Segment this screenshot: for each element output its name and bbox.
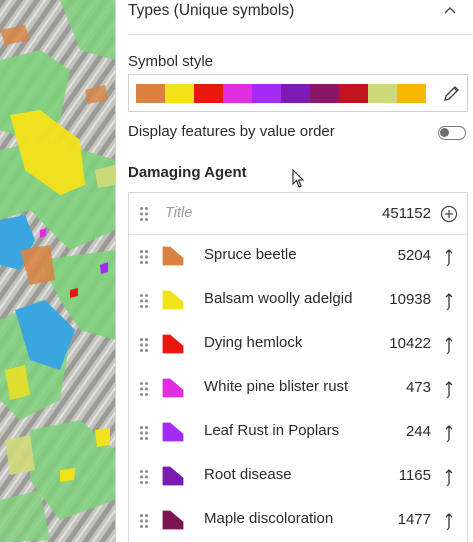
polygon-symbol-icon[interactable]	[162, 378, 184, 398]
drag-handle-icon[interactable]	[139, 381, 149, 397]
polygon-symbol-icon[interactable]	[162, 466, 184, 486]
list-item[interactable]: White pine blister rust 473	[129, 367, 467, 411]
drag-handle-icon[interactable]	[139, 249, 149, 265]
value-order-label: Display features by value order	[128, 123, 335, 140]
polygon-symbol-icon[interactable]	[162, 290, 184, 310]
list-item-label[interactable]: Dying hemlock	[204, 334, 302, 351]
move-to-top-icon[interactable]	[442, 247, 456, 267]
section-header[interactable]: Types (Unique symbols)	[116, 0, 473, 26]
value-order-toggle[interactable]	[438, 126, 466, 140]
map-view[interactable]	[0, 0, 115, 542]
pencil-icon[interactable]	[442, 83, 462, 103]
divider	[128, 34, 473, 35]
mouse-cursor-icon	[292, 169, 305, 188]
move-to-top-icon[interactable]	[442, 467, 456, 487]
ramp-swatch	[165, 84, 194, 103]
list-item-label[interactable]: Leaf Rust in Poplars	[204, 422, 339, 439]
drag-handle-icon[interactable]	[139, 293, 149, 309]
ramp-swatch	[252, 84, 281, 103]
polygon-symbol-icon[interactable]	[162, 246, 184, 266]
list-item-count: 5204	[397, 247, 431, 264]
polygon-symbol-icon[interactable]	[162, 510, 184, 530]
ramp-swatch	[397, 84, 426, 103]
list-item-label[interactable]: Balsam woolly adelgid	[204, 290, 352, 307]
chevron-up-icon[interactable]	[442, 4, 458, 18]
drag-handle-icon[interactable]	[139, 337, 149, 353]
list-item[interactable]: Root disease 1165	[129, 455, 467, 499]
ramp-swatch	[368, 84, 397, 103]
category-list: Title 451152 Spruce beetle 5204 Balsam woo…	[128, 192, 468, 542]
move-to-top-icon[interactable]	[442, 291, 456, 311]
move-to-top-icon[interactable]	[442, 335, 456, 355]
drag-handle-icon[interactable]	[139, 206, 149, 222]
list-item[interactable]: Balsam woolly adelgid 10938	[129, 279, 467, 323]
ramp-swatch	[281, 84, 310, 103]
list-item[interactable]: Maple discoloration 1477	[129, 499, 467, 542]
polygon-symbol-icon[interactable]	[162, 422, 184, 442]
drag-handle-icon[interactable]	[139, 469, 149, 485]
list-item[interactable]: Leaf Rust in Poplars 244	[129, 411, 467, 455]
symbology-panel: Types (Unique symbols) Symbol style Disp…	[115, 0, 473, 542]
toggle-knob	[440, 128, 449, 137]
move-to-top-icon[interactable]	[442, 423, 456, 443]
plus-circle-icon[interactable]	[440, 205, 458, 223]
title-input[interactable]: Title	[165, 205, 192, 221]
map-canvas	[0, 0, 115, 542]
ramp-swatch	[223, 84, 252, 103]
list-item-count: 473	[405, 379, 431, 396]
ramp-swatch	[310, 84, 339, 103]
total-count: 451152	[382, 205, 431, 222]
list-item-label[interactable]: Root disease	[204, 466, 292, 483]
list-item-count: 1477	[397, 511, 431, 528]
move-to-top-icon[interactable]	[442, 379, 456, 399]
list-item-label[interactable]: Maple discoloration	[204, 510, 333, 527]
drag-handle-icon[interactable]	[139, 425, 149, 441]
title-row: Title 451152	[129, 193, 467, 235]
list-item[interactable]: Spruce beetle 5204	[129, 235, 467, 279]
color-ramp[interactable]	[136, 84, 426, 103]
symbol-style-label: Symbol style	[128, 53, 214, 70]
drag-handle-icon[interactable]	[139, 513, 149, 529]
ramp-swatch	[136, 84, 165, 103]
list-item-label[interactable]: Spruce beetle	[204, 246, 297, 263]
section-title: Types (Unique symbols)	[128, 2, 295, 19]
ramp-swatch	[194, 84, 223, 103]
field-label: Damaging Agent	[128, 164, 247, 181]
list-item-count: 244	[405, 423, 431, 440]
list-item-label[interactable]: White pine blister rust	[204, 378, 348, 395]
move-to-top-icon[interactable]	[442, 511, 456, 531]
list-item-count: 1165	[398, 467, 431, 484]
list-item-count: 10422	[389, 335, 431, 352]
symbol-style-picker[interactable]	[128, 74, 468, 112]
ramp-swatch	[339, 84, 368, 103]
polygon-symbol-icon[interactable]	[162, 334, 184, 354]
list-item[interactable]: Dying hemlock 10422	[129, 323, 467, 367]
list-item-count: 10938	[389, 291, 431, 308]
